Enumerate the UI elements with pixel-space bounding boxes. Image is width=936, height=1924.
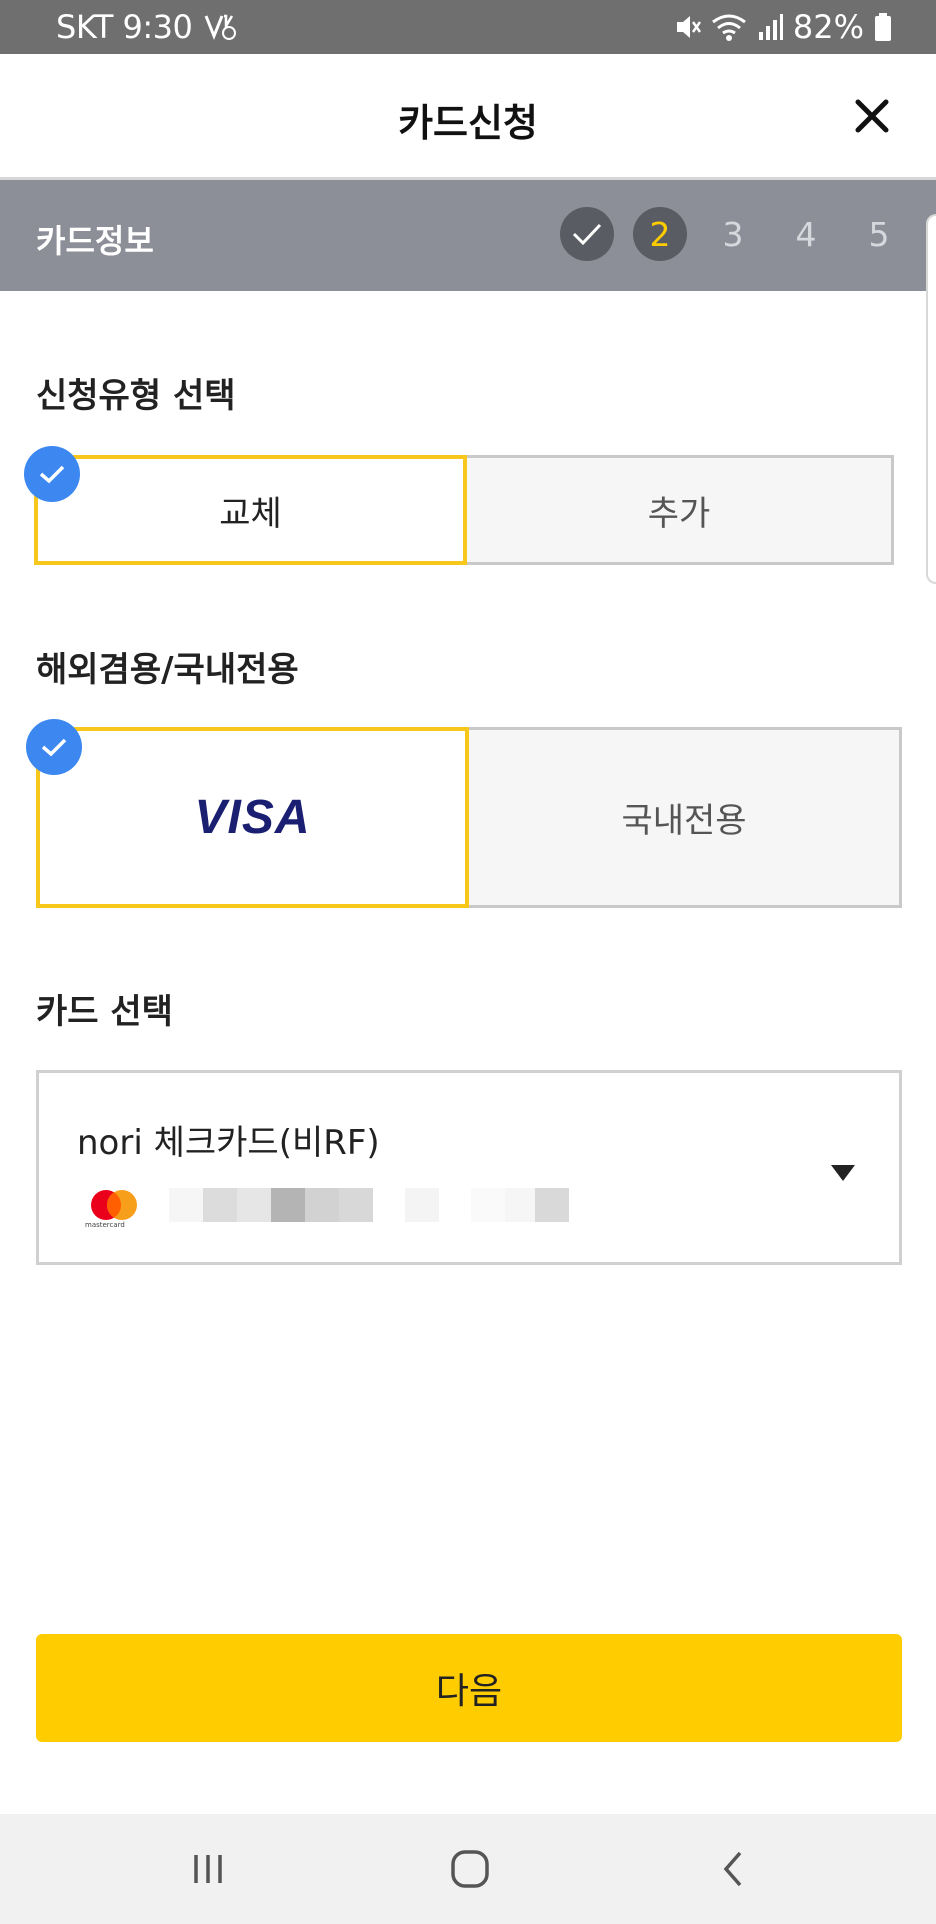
card-select-dropdown[interactable]: nori 체크카드(비RF) mastercard (36, 1070, 902, 1265)
close-icon (855, 99, 889, 133)
card-select-label: 카드 선택 (36, 992, 173, 1032)
option-domestic[interactable]: 국내전용 (466, 727, 902, 908)
option-replace-label: 교체 (219, 493, 282, 534)
option-domestic-label: 국내전용 (621, 801, 747, 841)
option-replace[interactable]: 교체 (34, 455, 467, 565)
battery-icon (874, 12, 892, 42)
signal-icon (757, 12, 783, 42)
step-bar-title: 카드정보 (36, 222, 154, 260)
recent-apps-button[interactable] (178, 1844, 238, 1894)
step-indicator: 2 3 4 5 (560, 207, 906, 261)
step-3: 3 (722, 214, 744, 254)
next-button[interactable]: 다음 (36, 1634, 902, 1742)
step-1-done (560, 207, 614, 261)
system-nav-bar (0, 1814, 936, 1924)
selected-check-badge (24, 446, 80, 502)
volte-icon (204, 12, 238, 42)
application-type-options: 교체 추가 (34, 455, 894, 565)
visa-logo: VISA (194, 791, 311, 844)
card-name: nori 체크카드(비RF) (77, 1123, 380, 1163)
back-icon (723, 1851, 742, 1887)
step-2-current: 2 (633, 207, 687, 261)
option-add[interactable]: 추가 (464, 455, 894, 565)
mastercard-text: mastercard (85, 1221, 125, 1229)
checkmark-icon (41, 738, 67, 757)
recent-apps-icon (194, 1855, 222, 1883)
status-left: SKT 9:30 (56, 8, 238, 46)
selected-check-badge (26, 719, 82, 775)
home-icon (451, 1850, 489, 1888)
status-right: 82% (673, 8, 892, 46)
step-4: 4 (795, 214, 817, 254)
masked-card-number (169, 1188, 569, 1222)
home-button[interactable] (440, 1844, 500, 1894)
application-type-label: 신청유형 선택 (36, 376, 236, 416)
checkmark-icon (39, 465, 65, 484)
header: 카드신청 (0, 54, 936, 180)
step-5: 5 (868, 214, 890, 254)
next-button-label: 다음 (435, 1671, 503, 1712)
wifi-icon (711, 12, 747, 42)
dropdown-arrow-icon (831, 1165, 855, 1181)
option-visa[interactable]: VISA (36, 727, 469, 908)
usage-type-label: 해외겸용/국내전용 (36, 650, 299, 690)
close-button[interactable] (852, 96, 892, 136)
checkmark-icon (572, 223, 602, 246)
status-bar: SKT 9:30 82% (0, 0, 936, 54)
usage-type-options: VISA 국내전용 (36, 727, 902, 908)
mute-icon (673, 12, 701, 42)
back-button[interactable] (704, 1844, 764, 1894)
option-add-label: 추가 (647, 493, 711, 534)
battery-percent: 82% (792, 8, 864, 46)
carrier-time: SKT 9:30 (56, 8, 193, 46)
side-scroll-tab[interactable] (926, 214, 936, 584)
page-title: 카드신청 (398, 101, 538, 145)
step-bar: 카드정보 2 3 4 5 (0, 180, 936, 291)
